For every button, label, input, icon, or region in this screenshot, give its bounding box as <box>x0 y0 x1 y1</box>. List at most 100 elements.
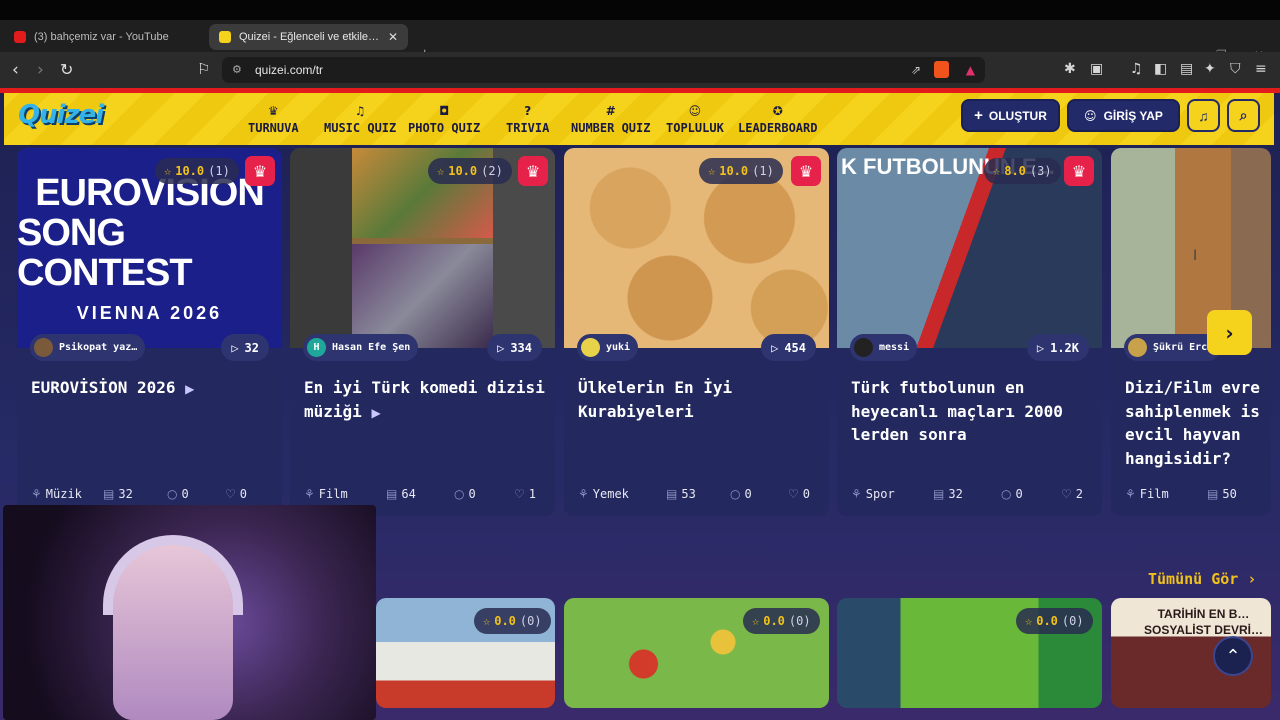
quiz-title[interactable]: En iyi Türk komedi dizisi müziği ▶ <box>304 376 549 425</box>
see-all-link[interactable]: Tümünü Gör › <box>1148 570 1256 588</box>
quizei-favicon-icon <box>219 31 231 43</box>
site-info-icon[interactable]: ⚙ <box>232 57 242 83</box>
category: ⚘ Yemek <box>578 487 629 501</box>
sidebar-icon[interactable]: ◧ <box>1154 61 1167 77</box>
nav-photo-quiz[interactable]: ◘ PHOTO QUIZ <box>408 95 480 143</box>
nav-trivia[interactable]: ? TRIVIA <box>506 95 549 143</box>
category: ⚘ Spor <box>851 487 895 501</box>
rating-badge: ☆ 10.0 (2) <box>428 158 512 184</box>
notifications-button[interactable]: ♫ <box>1187 99 1220 132</box>
scroll-to-top-button[interactable]: ⌃ <box>1213 636 1253 676</box>
carousel-next-button[interactable]: › <box>1207 310 1252 355</box>
quiz-card[interactable]: ☆ 0.0 (0) <box>837 598 1102 708</box>
screenshot-icon[interactable]: ▣ <box>1090 61 1103 77</box>
wallet-icon[interactable]: ▤ <box>1180 61 1193 77</box>
star-icon: ☆ <box>708 164 716 178</box>
rating-badge: ☆ 10.0 (1) <box>699 158 783 184</box>
questions-icon: ▤ <box>386 487 398 501</box>
questions-icon: ▤ <box>933 487 945 501</box>
leo-ai-icon[interactable]: ✦ <box>1204 61 1216 77</box>
heart-icon: ♡ <box>788 487 799 501</box>
crown-icon: ♛ <box>791 156 821 186</box>
author-badge[interactable]: messi <box>850 334 918 361</box>
nav-leaderboard[interactable]: ✪ LEADERBOARD <box>738 95 817 143</box>
quiz-card[interactable]: ☆ 0.0 (0) <box>564 598 829 708</box>
quiz-card[interactable]: ☆ 10.0 (2) ♛ H Hasan Efe Şen ▷ 334 En iyi Tü… <box>290 148 555 516</box>
hash-icon: # <box>605 103 616 118</box>
questions-icon: ▤ <box>103 487 115 501</box>
author-badge[interactable]: H Hasan Efe Şen <box>303 334 419 361</box>
quiz-thumbnail <box>564 148 829 348</box>
address-toolbar: ‹ › ↻ ⚐ ⚙ quizei.com/tr ⇗ ▲ ✱ ▣ ♫ ◧ ▤ ✦ … <box>0 52 1280 88</box>
video-icon: ▶ <box>371 405 381 420</box>
quiz-card[interactable]: EUROVISION SONG CONTEST VIENNA 2026 ☆ 10.… <box>17 148 282 516</box>
tab-title: Quizei - Eğlenceli ve etkileşimli quiz <box>239 31 382 43</box>
vpn-icon[interactable]: ⛉ <box>1230 61 1241 77</box>
close-tab-icon[interactable]: ✕ <box>388 30 398 44</box>
author-badge[interactable]: yuki <box>577 334 639 361</box>
avatar <box>581 338 600 357</box>
crown-icon: ♛ <box>1064 156 1094 186</box>
rating-badge: ☆ 8.0 (3) <box>984 158 1061 184</box>
back-icon[interactable]: ‹ <box>12 60 19 80</box>
bookmark-icon[interactable]: ⚐ <box>197 60 210 78</box>
user-icon: ☺ <box>1084 108 1097 123</box>
quiz-title[interactable]: Türk futbolunun en heyecanlı maçları 200… <box>851 376 1096 447</box>
url-bar[interactable]: ⚙ quizei.com/tr ⇗ ▲ <box>222 57 985 83</box>
question-count: ▤ 32 <box>933 487 963 501</box>
forward-icon[interactable]: › <box>37 60 44 80</box>
users-icon: ☺ <box>688 103 702 118</box>
nav-topluluk[interactable]: ☺ TOPLULUK <box>666 95 724 143</box>
play-icon: ▷ <box>1036 340 1045 355</box>
reload-icon[interactable]: ↻ <box>60 60 73 79</box>
star-icon: ☆ <box>437 164 445 178</box>
play-count: ▷ 334 <box>487 334 542 361</box>
chevron-right-icon: › <box>1225 320 1234 345</box>
star-icon: ☆ <box>752 614 760 628</box>
category-icon: ⚘ <box>304 487 315 501</box>
menu-icon[interactable]: ≡ <box>1255 61 1267 77</box>
search-button[interactable]: ⌕ <box>1227 99 1260 132</box>
quiz-title[interactable]: Ülkelerin En İyi Kurabiyeleri <box>578 376 823 423</box>
medal-icon: ✪ <box>772 103 783 118</box>
quiz-title[interactable]: Dizi/Film evre sahiplenmek is evcil hayv… <box>1125 376 1271 470</box>
share-icon[interactable]: ⇗ <box>911 57 921 83</box>
camera-icon: ◘ <box>439 103 450 118</box>
chevron-up-icon: ⌃ <box>1225 645 1241 667</box>
tab-youtube[interactable]: (3) bahçemiz var - YouTube <box>4 24 204 50</box>
quiz-meta: ⚘ Yemek ▤ 53 ○ 0 ♡ 0 <box>578 487 823 501</box>
media-icon[interactable]: ♫ <box>1130 61 1143 77</box>
brave-shield-icon[interactable] <box>934 61 949 78</box>
quiz-card[interactable]: K FUTBOLUNUN E... ☆ 8.0 (3) ♛ messi ▷ 1.2K … <box>837 148 1102 516</box>
extensions-icon[interactable]: ✱ <box>1064 61 1076 77</box>
category: ⚘ Film <box>304 487 348 501</box>
quiz-title[interactable]: EUROVİSİON 2026 ▶ <box>31 376 276 402</box>
author-badge[interactable]: Psikopat yaz… <box>30 334 146 361</box>
site-logo[interactable]: Quizei <box>18 100 104 130</box>
question-count: ▤ 50 <box>1207 487 1237 501</box>
login-button[interactable]: ☺ GİRİŞ YAP <box>1067 99 1180 132</box>
nav-number-quiz[interactable]: # NUMBER QUIZ <box>571 95 650 143</box>
avatar: H <box>307 338 326 357</box>
star-icon: ☆ <box>483 614 491 628</box>
plus-icon: + <box>974 107 983 124</box>
quiz-card[interactable]: ☆ 10.0 (1) ♛ yuki ▷ 454 Ülkelerin En İyi Ku… <box>564 148 829 516</box>
tab-title: (3) bahçemiz var - YouTube <box>34 31 169 43</box>
create-button[interactable]: + OLUŞTUR <box>961 99 1060 132</box>
nav-turnuva[interactable]: ♛ TURNUVA <box>248 95 299 143</box>
play-count: ▷ 32 <box>221 334 269 361</box>
question-icon: ? <box>524 103 532 118</box>
like-count: ♡ 0 <box>225 487 247 501</box>
tab-quizei[interactable]: Quizei - Eğlenceli ve etkileşimli quiz ✕ <box>209 24 408 50</box>
text-cursor-icon: I <box>1193 248 1198 264</box>
brave-rewards-icon[interactable]: ▲ <box>966 57 975 83</box>
question-count: ▤ 64 <box>386 487 416 501</box>
bell-icon: ♫ <box>1198 107 1209 124</box>
crown-icon: ♛ <box>518 156 548 186</box>
nav-music-quiz[interactable]: ♫ MUSIC QUIZ <box>324 95 396 143</box>
webcam-overlay <box>3 505 376 720</box>
category-icon: ⚘ <box>851 487 862 501</box>
quiz-thumbnail <box>290 148 555 348</box>
quiz-card[interactable]: ☆ 0.0 (0) <box>376 598 555 708</box>
question-count: ▤ 53 <box>666 487 696 501</box>
